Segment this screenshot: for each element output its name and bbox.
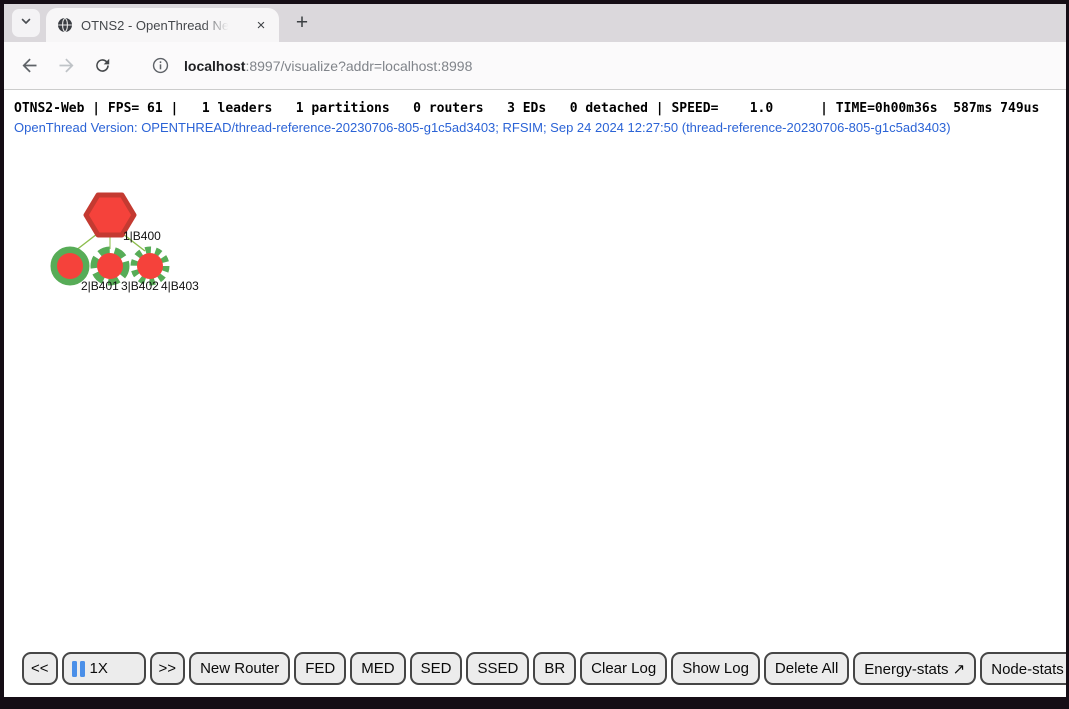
br-button[interactable]: BR — [533, 652, 576, 685]
url-host: localhost — [184, 58, 245, 74]
energy-stats-button[interactable]: Energy-stats ↗ — [853, 652, 976, 685]
node-ed-3-b402[interactable] — [94, 250, 126, 282]
node-ed-4-b403[interactable] — [134, 250, 166, 282]
delete-all-button[interactable]: Delete All — [764, 652, 849, 685]
tab-strip: OTNS2 - OpenThread Ne × + — [4, 4, 1066, 42]
tab-title: OTNS2 - OpenThread Ne — [81, 18, 233, 33]
network-topology-canvas[interactable]: 1|B400 2|B401 3|B402 4|B403 — [4, 90, 1066, 696]
new-router-button[interactable]: New Router — [189, 652, 290, 685]
action-bar: << 1X >> New Router FED MED SED SSED BR … — [22, 652, 1066, 685]
address-bar[interactable]: localhost:8997/visualize?addr=localhost:… — [184, 58, 472, 74]
speed-up-button[interactable]: >> — [150, 652, 186, 685]
browser-window: OTNS2 - OpenThread Ne × + localhost:8997… — [4, 4, 1066, 697]
forward-icon[interactable] — [55, 55, 77, 77]
tab-title-fade — [203, 18, 233, 33]
tab-search-button[interactable] — [12, 9, 40, 37]
tab-otns2[interactable]: OTNS2 - OpenThread Ne × — [46, 8, 279, 42]
back-icon[interactable] — [18, 55, 40, 77]
pause-icon — [72, 661, 85, 677]
new-tab-button[interactable]: + — [288, 9, 316, 37]
show-log-button[interactable]: Show Log — [671, 652, 760, 685]
node-label: 4|B403 — [161, 279, 199, 293]
node-stats-button[interactable]: Node-stats ↗ — [980, 652, 1066, 685]
nav-toolbar: localhost:8997/visualize?addr=localhost:… — [4, 42, 1066, 90]
med-button[interactable]: MED — [350, 652, 405, 685]
url-path: :8997/visualize?addr=localhost:8998 — [245, 58, 472, 74]
reload-icon[interactable] — [92, 55, 112, 77]
clear-log-button[interactable]: Clear Log — [580, 652, 667, 685]
globe-favicon-icon — [57, 17, 73, 33]
ssed-button[interactable]: SSED — [466, 652, 529, 685]
speed-label: 1X — [90, 660, 108, 677]
chevron-down-icon — [20, 14, 32, 32]
node-ed-2-b401[interactable] — [54, 250, 86, 282]
speed-down-button[interactable]: << — [22, 652, 58, 685]
sed-button[interactable]: SED — [410, 652, 463, 685]
site-info-icon[interactable] — [151, 56, 170, 75]
fed-button[interactable]: FED — [294, 652, 346, 685]
node-label: 3|B402 — [121, 279, 159, 293]
tab-close-icon[interactable]: × — [251, 15, 271, 35]
node-label: 1|B400 — [123, 229, 161, 243]
pause-speed-button[interactable]: 1X — [62, 652, 146, 685]
node-label: 2|B401 — [81, 279, 119, 293]
page-content: OTNS2-Web | FPS= 61 | 1 leaders 1 partit… — [4, 90, 1066, 697]
